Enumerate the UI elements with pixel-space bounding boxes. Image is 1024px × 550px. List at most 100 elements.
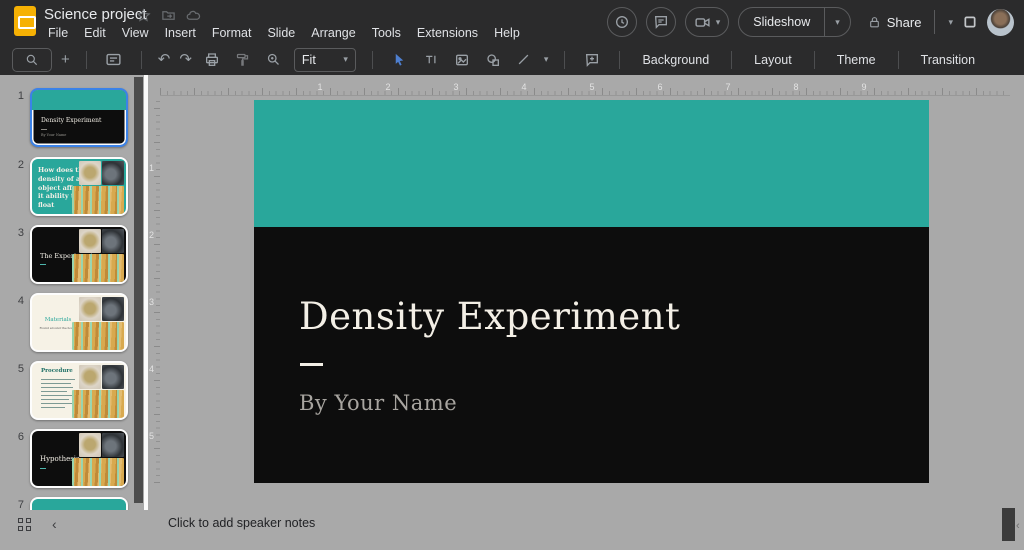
- menu-tools[interactable]: Tools: [364, 24, 409, 42]
- measuring-cup-photo: [79, 161, 101, 185]
- scale-photo: [102, 229, 124, 253]
- slide-number-3: 3: [0, 227, 24, 239]
- slide-number-5: 5: [0, 363, 24, 375]
- thumb5-photos: [79, 365, 124, 418]
- meet-button[interactable]: ▾: [685, 7, 730, 37]
- share-label: Share: [887, 15, 922, 30]
- insert-line-icon[interactable]: [513, 49, 535, 71]
- layout-button[interactable]: Layout: [748, 53, 798, 67]
- transition-button[interactable]: Transition: [915, 53, 981, 67]
- speaker-notes-bar: ‹ Click to add speaker notes: [0, 510, 1024, 550]
- slideshow-caret-icon[interactable]: ▾: [825, 18, 850, 27]
- new-slide-plus-icon[interactable]: +: [61, 52, 70, 67]
- speaker-notes-placeholder[interactable]: Click to add speaker notes: [168, 516, 315, 530]
- slide-thumbnail-3[interactable]: The Experiment: [30, 225, 128, 284]
- scale-photo: [102, 297, 124, 321]
- menu-insert[interactable]: Insert: [157, 24, 204, 42]
- slide-teal-band[interactable]: [254, 100, 929, 227]
- menu-arrange[interactable]: Arrange: [303, 24, 363, 42]
- menu-slide[interactable]: Slide: [259, 24, 303, 42]
- header-divider: [934, 10, 935, 34]
- search-icon: [25, 53, 39, 67]
- filmstrip-scrollbar[interactable]: [134, 77, 143, 503]
- scale-photo: [102, 161, 124, 185]
- slide-number-4: 4: [0, 295, 24, 307]
- thumb3-photos: [79, 229, 124, 282]
- bottles-photo: [72, 390, 124, 418]
- collapse-filmstrip-icon[interactable]: ‹: [52, 517, 57, 531]
- paint-format-icon[interactable]: [232, 49, 254, 71]
- thumb6-photos: [79, 433, 124, 486]
- slideshow-button[interactable]: Slideshow: [739, 15, 824, 29]
- thumb1-title: Density Experiment: [41, 117, 101, 124]
- slide-canvas: 12 34 56 78 9 12 34 5 Density Experiment…: [148, 75, 1024, 510]
- insert-shape-icon[interactable]: [482, 49, 504, 71]
- print-icon[interactable]: [201, 49, 223, 71]
- zoom-in-icon[interactable]: [263, 49, 285, 71]
- menu-extensions[interactable]: Extensions: [409, 24, 486, 42]
- menu-view[interactable]: View: [114, 24, 157, 42]
- slides-logo-icon[interactable]: [14, 6, 36, 36]
- vertical-ruler: 12 34 5: [149, 100, 160, 483]
- background-button[interactable]: Background: [636, 53, 715, 67]
- slide-title-dash: [300, 363, 323, 366]
- slide-layout-icon[interactable]: [103, 49, 125, 71]
- comments-button[interactable]: [646, 7, 676, 37]
- slide-thumbnail-2[interactable]: How does the density of an object affect…: [30, 157, 128, 216]
- zoom-value: Fit: [302, 53, 316, 67]
- bottles-photo: [72, 186, 124, 214]
- line-caret-icon[interactable]: ▾: [544, 55, 549, 64]
- slide-thumbnail-7[interactable]: [30, 497, 128, 510]
- menu-bar: File Edit View Insert Format Slide Arran…: [40, 24, 528, 42]
- grid-view-icon[interactable]: [18, 518, 31, 531]
- thumb5-title: Procedure: [41, 368, 73, 374]
- select-tool-icon[interactable]: [389, 49, 411, 71]
- menu-file[interactable]: File: [40, 24, 76, 42]
- top-right-controls: ▾ Slideshow ▾ Share ▾: [607, 0, 1014, 44]
- slide-thumbnail-6[interactable]: Hypothesis: [30, 429, 128, 488]
- measuring-cup-photo: [79, 433, 101, 457]
- right-panel-chevron-icon[interactable]: ‹: [1016, 520, 1020, 532]
- slide-number-1: 1: [0, 90, 24, 102]
- slide-number-2: 2: [0, 159, 24, 171]
- text-box-icon[interactable]: [420, 49, 442, 71]
- top-bar: Science project File Edit View Insert Fo…: [0, 0, 1024, 44]
- zoom-select[interactable]: Fit ▾: [294, 48, 356, 72]
- insert-image-icon[interactable]: [451, 49, 473, 71]
- search-menus-button[interactable]: [12, 48, 52, 72]
- share-button[interactable]: Share: [868, 15, 922, 30]
- redo-icon[interactable]: ↷: [179, 52, 192, 67]
- bottles-photo: [72, 322, 124, 350]
- filmstrip-divider: [144, 75, 148, 510]
- right-panel-handle[interactable]: [1002, 508, 1015, 541]
- version-history-button[interactable]: [607, 7, 637, 37]
- slide-thumbnail-4[interactable]: Materials Found around the house: [30, 293, 128, 352]
- insert-comment-icon[interactable]: [581, 49, 603, 71]
- thumb5-list-lines: [41, 379, 75, 411]
- bottles-photo: [72, 254, 124, 282]
- horizontal-ruler: 12 34 56 78 9: [160, 84, 1010, 96]
- account-avatar[interactable]: [987, 9, 1014, 36]
- theme-button[interactable]: Theme: [831, 53, 882, 67]
- slide-title[interactable]: Density Experiment: [299, 295, 680, 338]
- toolbar: + ↶ ↷ Fit ▾ ▾ Background Lay: [0, 44, 1024, 75]
- menu-edit[interactable]: Edit: [76, 24, 114, 42]
- slide-thumbnail-5[interactable]: Procedure: [30, 361, 128, 420]
- slideshow-button-group: Slideshow ▾: [738, 7, 851, 37]
- side-panel-icon[interactable]: [962, 14, 978, 30]
- slide-filmstrip: 1 Density Experiment By Your Name 2 How …: [0, 75, 147, 510]
- measuring-cup-photo: [79, 229, 101, 253]
- slide-number-7: 7: [0, 499, 24, 510]
- zoom-caret-icon: ▾: [343, 55, 348, 64]
- meet-caret-icon[interactable]: ▾: [716, 18, 721, 27]
- google-slides-app: Science project File Edit View Insert Fo…: [0, 0, 1024, 550]
- slide-page[interactable]: Density Experiment By Your Name: [254, 100, 929, 483]
- document-title[interactable]: Science project: [44, 6, 147, 23]
- slide-thumbnail-1[interactable]: Density Experiment By Your Name: [30, 88, 128, 147]
- lock-icon: [868, 16, 881, 29]
- menu-format[interactable]: Format: [204, 24, 260, 42]
- share-caret-icon[interactable]: ▾: [948, 18, 953, 27]
- menu-help[interactable]: Help: [486, 24, 528, 42]
- undo-icon[interactable]: ↶: [158, 52, 171, 67]
- slide-subtitle[interactable]: By Your Name: [299, 391, 457, 415]
